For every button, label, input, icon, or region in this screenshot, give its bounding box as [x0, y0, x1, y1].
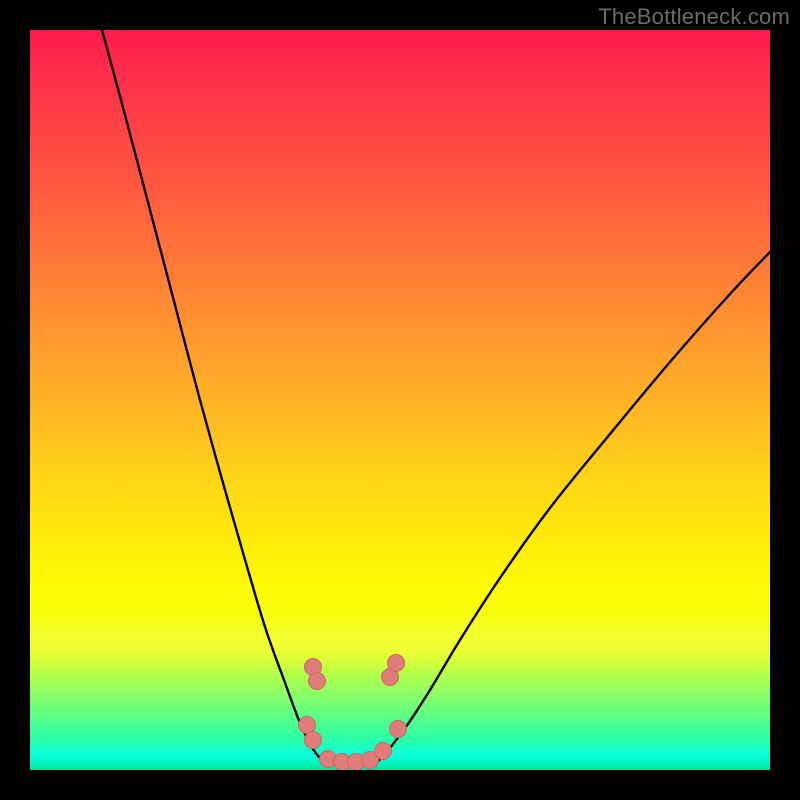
data-marker — [305, 732, 322, 749]
bottleneck-curve — [102, 30, 770, 764]
data-marker — [390, 721, 407, 738]
chart-svg — [30, 30, 770, 770]
data-marker — [388, 655, 405, 672]
plot-area — [30, 30, 770, 770]
data-marker — [309, 673, 326, 690]
curve-group — [102, 30, 770, 764]
data-marker — [375, 743, 392, 760]
outer-frame: TheBottleneck.com — [0, 0, 800, 800]
watermark-text: TheBottleneck.com — [598, 4, 790, 30]
data-marker — [299, 717, 316, 734]
